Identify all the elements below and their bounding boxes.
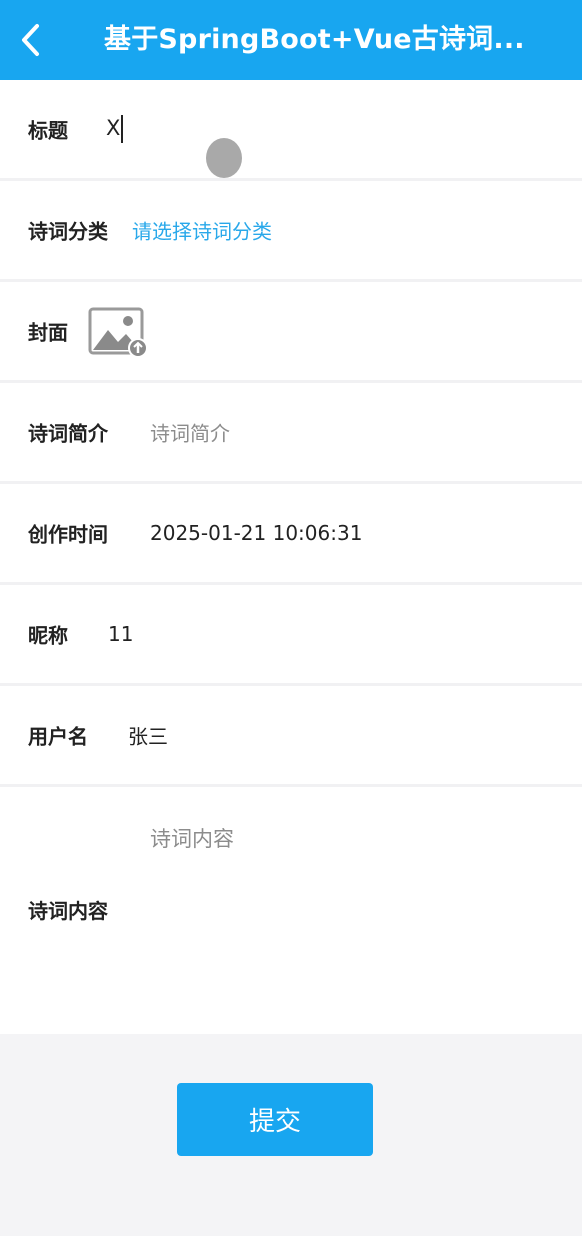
form-row-nickname: 昵称 11 bbox=[0, 585, 582, 686]
intro-input[interactable]: 诗词简介 bbox=[150, 418, 230, 447]
cover-label: 封面 bbox=[28, 320, 68, 345]
back-button[interactable] bbox=[14, 22, 48, 58]
form-footer: 提交 bbox=[0, 1046, 582, 1236]
text-caret bbox=[121, 115, 124, 143]
content-textarea[interactable] bbox=[150, 823, 550, 1013]
intro-label: 诗词简介 bbox=[28, 421, 108, 446]
chevron-left-icon bbox=[22, 24, 39, 56]
form-row-title: 标题 X bbox=[0, 80, 582, 181]
content-label: 诗词内容 bbox=[28, 899, 108, 923]
category-label: 诗词分类 bbox=[28, 219, 108, 244]
nickname-value[interactable]: 11 bbox=[108, 622, 133, 646]
form-row-category: 诗词分类 请选择诗词分类 bbox=[0, 181, 582, 282]
username-value[interactable]: 张三 bbox=[128, 721, 168, 750]
image-upload-icon bbox=[88, 307, 148, 358]
form-row-content: 诗词内容 bbox=[0, 787, 582, 1034]
page-title: 基于SpringBoot+Vue古诗词... bbox=[104, 24, 525, 55]
title-input[interactable]: X bbox=[106, 115, 124, 143]
form-row-intro: 诗词简介 诗词简介 bbox=[0, 383, 582, 484]
created-time-label: 创作时间 bbox=[28, 522, 108, 547]
username-label: 用户名 bbox=[28, 724, 88, 749]
form-row-cover: 封面 bbox=[0, 282, 582, 383]
cover-upload-button[interactable] bbox=[88, 306, 148, 358]
form-row-username: 用户名 张三 bbox=[0, 686, 582, 787]
poem-form: 标题 X 诗词分类 请选择诗词分类 封面 诗词简介 诗词简介 创作时间 2025… bbox=[0, 80, 582, 1034]
touch-indicator bbox=[206, 138, 242, 178]
form-row-created-time: 创作时间 2025-01-21 10:06:31 bbox=[0, 484, 582, 585]
top-nav-bar: 基于SpringBoot+Vue古诗词... bbox=[0, 0, 582, 80]
category-picker[interactable]: 请选择诗词分类 bbox=[132, 216, 272, 245]
nickname-label: 昵称 bbox=[28, 623, 68, 648]
submit-button[interactable]: 提交 bbox=[177, 1083, 373, 1156]
title-label: 标题 bbox=[28, 118, 68, 143]
created-time-value[interactable]: 2025-01-21 10:06:31 bbox=[150, 521, 362, 545]
title-input-value: X bbox=[106, 116, 121, 140]
